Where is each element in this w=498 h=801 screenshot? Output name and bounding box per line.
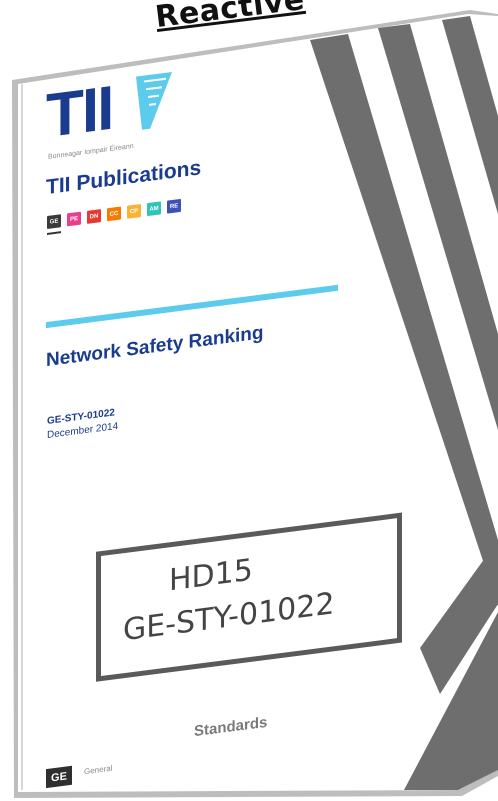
cover-content: TII Bonneagar Iompair Éireann TII Public…: [0, 0, 498, 801]
chip-ge: GE: [47, 214, 61, 229]
stamp-line-1: HD15: [169, 552, 253, 599]
harp-icon: [136, 71, 172, 130]
chip-am: AM: [147, 201, 161, 217]
tii-logo: TII: [46, 63, 176, 152]
chip-dn: DN: [87, 209, 101, 224]
cover-page: TII Bonneagar Iompair Éireann TII Public…: [0, 0, 498, 801]
stamp-line-2: GE-STY-01022: [123, 586, 335, 649]
footer-category-name: General: [84, 763, 113, 777]
document-title: Network Safety Ranking: [46, 322, 264, 372]
logo-letters: TII: [46, 73, 113, 152]
accent-rule: [46, 284, 338, 329]
chip-pe: PE: [67, 211, 81, 227]
category-chips: GE PE DN CC CP AM RE: [47, 198, 181, 229]
chip-cc: CC: [107, 206, 121, 222]
active-chip-underline: [47, 231, 61, 235]
footer-category-badge: GE: [46, 765, 72, 789]
chip-cp: CP: [127, 203, 141, 219]
section-label: Standards: [194, 713, 268, 741]
chip-re: RE: [167, 198, 181, 214]
series-title: TII Publications: [46, 156, 202, 200]
reference-stamp: HD15 GE-STY-01022: [96, 512, 402, 682]
